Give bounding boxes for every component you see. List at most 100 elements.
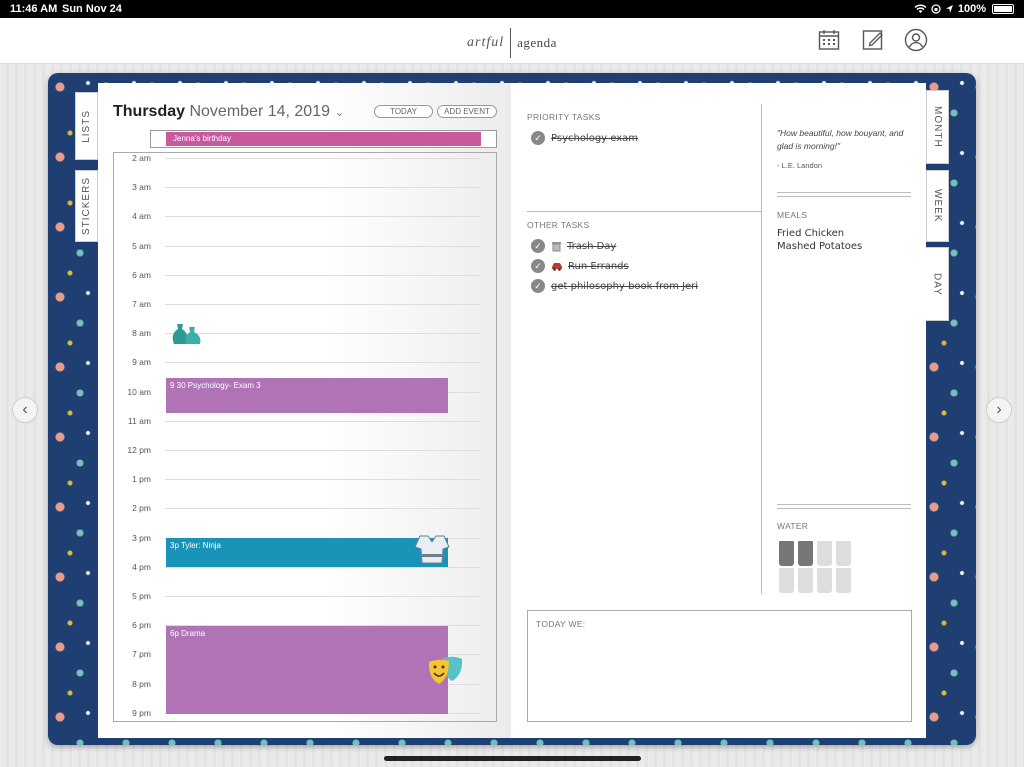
checkmark-icon[interactable]: ✓ xyxy=(531,131,545,145)
hour-label: 4 am xyxy=(132,211,151,222)
hour-label: 3 pm xyxy=(132,532,151,543)
water-cup-icon[interactable] xyxy=(836,568,851,593)
home-indicator[interactable] xyxy=(384,756,641,761)
hour-label: 2 am xyxy=(132,153,151,163)
water-cup-icon[interactable] xyxy=(779,568,794,593)
other-task-item[interactable]: ✓ Run Errands xyxy=(531,259,629,273)
tab-stickers-label: STICKERS xyxy=(81,176,92,235)
water-cup-icon[interactable] xyxy=(817,568,832,593)
hour-line xyxy=(165,216,481,218)
priority-tasks-heading: PRIORITY TASKS xyxy=(527,112,601,122)
karate-gi-sticker-icon[interactable] xyxy=(414,533,450,565)
tab-month-label: MONTH xyxy=(932,106,943,148)
hour-label: 10 am xyxy=(127,386,151,397)
tab-lists-label: LISTS xyxy=(81,109,92,143)
divider xyxy=(777,196,911,197)
hour-label: 12 pm xyxy=(127,445,151,455)
all-day-event[interactable]: Jenna's birthday xyxy=(166,132,481,146)
hour-line xyxy=(165,362,481,364)
hour-label: 5 am xyxy=(132,240,151,251)
water-heading: WATER xyxy=(777,521,809,531)
app-logo: artful agenda xyxy=(467,28,557,58)
battery-percent: 100% xyxy=(957,3,986,15)
event-drama[interactable]: 6p Drama xyxy=(166,626,448,714)
date-text: November 14, 2019 xyxy=(189,103,330,120)
divider xyxy=(777,508,911,509)
other-task-item[interactable]: ✓ Trash Day xyxy=(531,239,616,253)
hour-label: 2 pm xyxy=(132,503,151,514)
next-day-button[interactable]: › xyxy=(986,397,1012,423)
tab-day-label: DAY xyxy=(931,272,943,296)
logo-artful: artful xyxy=(467,28,512,58)
hour-line xyxy=(165,274,481,276)
meal-item[interactable]: Fried Chicken xyxy=(777,228,844,239)
hour-line xyxy=(165,420,481,422)
checkmark-icon[interactable]: ✓ xyxy=(531,239,545,253)
calendar-icon[interactable] xyxy=(817,28,841,52)
hour-label: 4 pm xyxy=(132,561,151,572)
other-tasks-heading: OTHER TASKS xyxy=(527,220,590,230)
task-text: get philosophy book from Jeri xyxy=(551,280,699,292)
divider xyxy=(777,192,911,193)
today-button[interactable]: TODAY xyxy=(374,105,433,118)
hour-line xyxy=(165,304,481,305)
hour-label: 6 pm xyxy=(132,620,151,631)
quote-text: "How beautiful, how bouyant, and glad is… xyxy=(777,128,904,151)
status-right: 100% xyxy=(914,3,1014,15)
divider xyxy=(527,211,761,212)
checkmark-icon[interactable]: ✓ xyxy=(531,259,545,273)
edit-note-icon[interactable] xyxy=(861,28,885,52)
hour-label: 9 pm xyxy=(132,707,151,718)
water-cup-icon[interactable] xyxy=(798,568,813,593)
tab-month[interactable]: MONTH xyxy=(926,90,949,164)
tab-week-label: WEEK xyxy=(932,189,943,223)
hour-line xyxy=(165,596,481,597)
hour-label: 8 pm xyxy=(132,678,151,689)
hour-line xyxy=(165,333,481,335)
hour-line xyxy=(165,187,481,189)
hour-label: 11 am xyxy=(128,415,151,426)
money-bags-sticker-icon[interactable] xyxy=(170,320,204,346)
other-task-item[interactable]: ✓ get philosophy book from Jeri xyxy=(531,279,698,293)
water-cup-icon[interactable] xyxy=(817,541,832,566)
status-bar: 11:46 AM Sun Nov 24 100% xyxy=(0,0,1024,18)
wifi-icon xyxy=(914,4,927,13)
hour-label: 3 am xyxy=(132,182,151,193)
checkmark-icon[interactable]: ✓ xyxy=(531,279,545,293)
lock-rotation-icon xyxy=(931,4,941,14)
chevron-down-icon[interactable]: ⌄ xyxy=(334,105,344,119)
water-cup-icon[interactable] xyxy=(779,541,794,566)
app-header: artful agenda xyxy=(0,18,1024,64)
task-text: Run Errands xyxy=(568,260,629,272)
hour-line xyxy=(165,450,481,451)
battery-icon xyxy=(992,4,1014,14)
water-cup-icon[interactable] xyxy=(798,541,813,566)
location-icon xyxy=(945,5,953,13)
tab-day[interactable]: DAY xyxy=(926,247,949,321)
tab-lists[interactable]: LISTS xyxy=(75,92,98,160)
day-title[interactable]: Thursday November 14, 2019 ⌄ xyxy=(113,103,345,121)
profile-icon[interactable] xyxy=(904,28,928,52)
water-cup-icon[interactable] xyxy=(836,541,851,566)
task-text: Psychology exam xyxy=(551,132,639,144)
hour-label: 8 am xyxy=(132,328,151,339)
tab-week[interactable]: WEEK xyxy=(926,170,949,242)
priority-task-item[interactable]: ✓ Psychology exam xyxy=(531,131,638,145)
logo-agenda: agenda xyxy=(517,35,557,50)
theater-masks-sticker-icon[interactable] xyxy=(427,653,465,687)
hour-line xyxy=(165,508,481,510)
hour-line xyxy=(165,479,481,481)
add-event-button[interactable]: ADD EVENT xyxy=(437,105,497,118)
divider xyxy=(777,504,911,505)
event-ninja[interactable]: 3p Tyler: Ninja xyxy=(166,538,448,567)
event-psychology-exam[interactable]: 9 30 Psychology- Exam 3 xyxy=(166,378,448,413)
hour-label: 5 pm xyxy=(132,591,151,601)
tab-stickers[interactable]: STICKERS xyxy=(75,170,98,242)
hour-line xyxy=(165,245,481,247)
weekday: Thursday xyxy=(113,103,186,120)
meal-item[interactable]: Mashed Potatoes xyxy=(777,241,862,252)
previous-day-button[interactable]: ‹ xyxy=(12,397,38,423)
column-divider xyxy=(761,104,762,594)
task-text: Trash Day xyxy=(567,240,617,252)
meals-heading: MEALS xyxy=(777,210,808,220)
